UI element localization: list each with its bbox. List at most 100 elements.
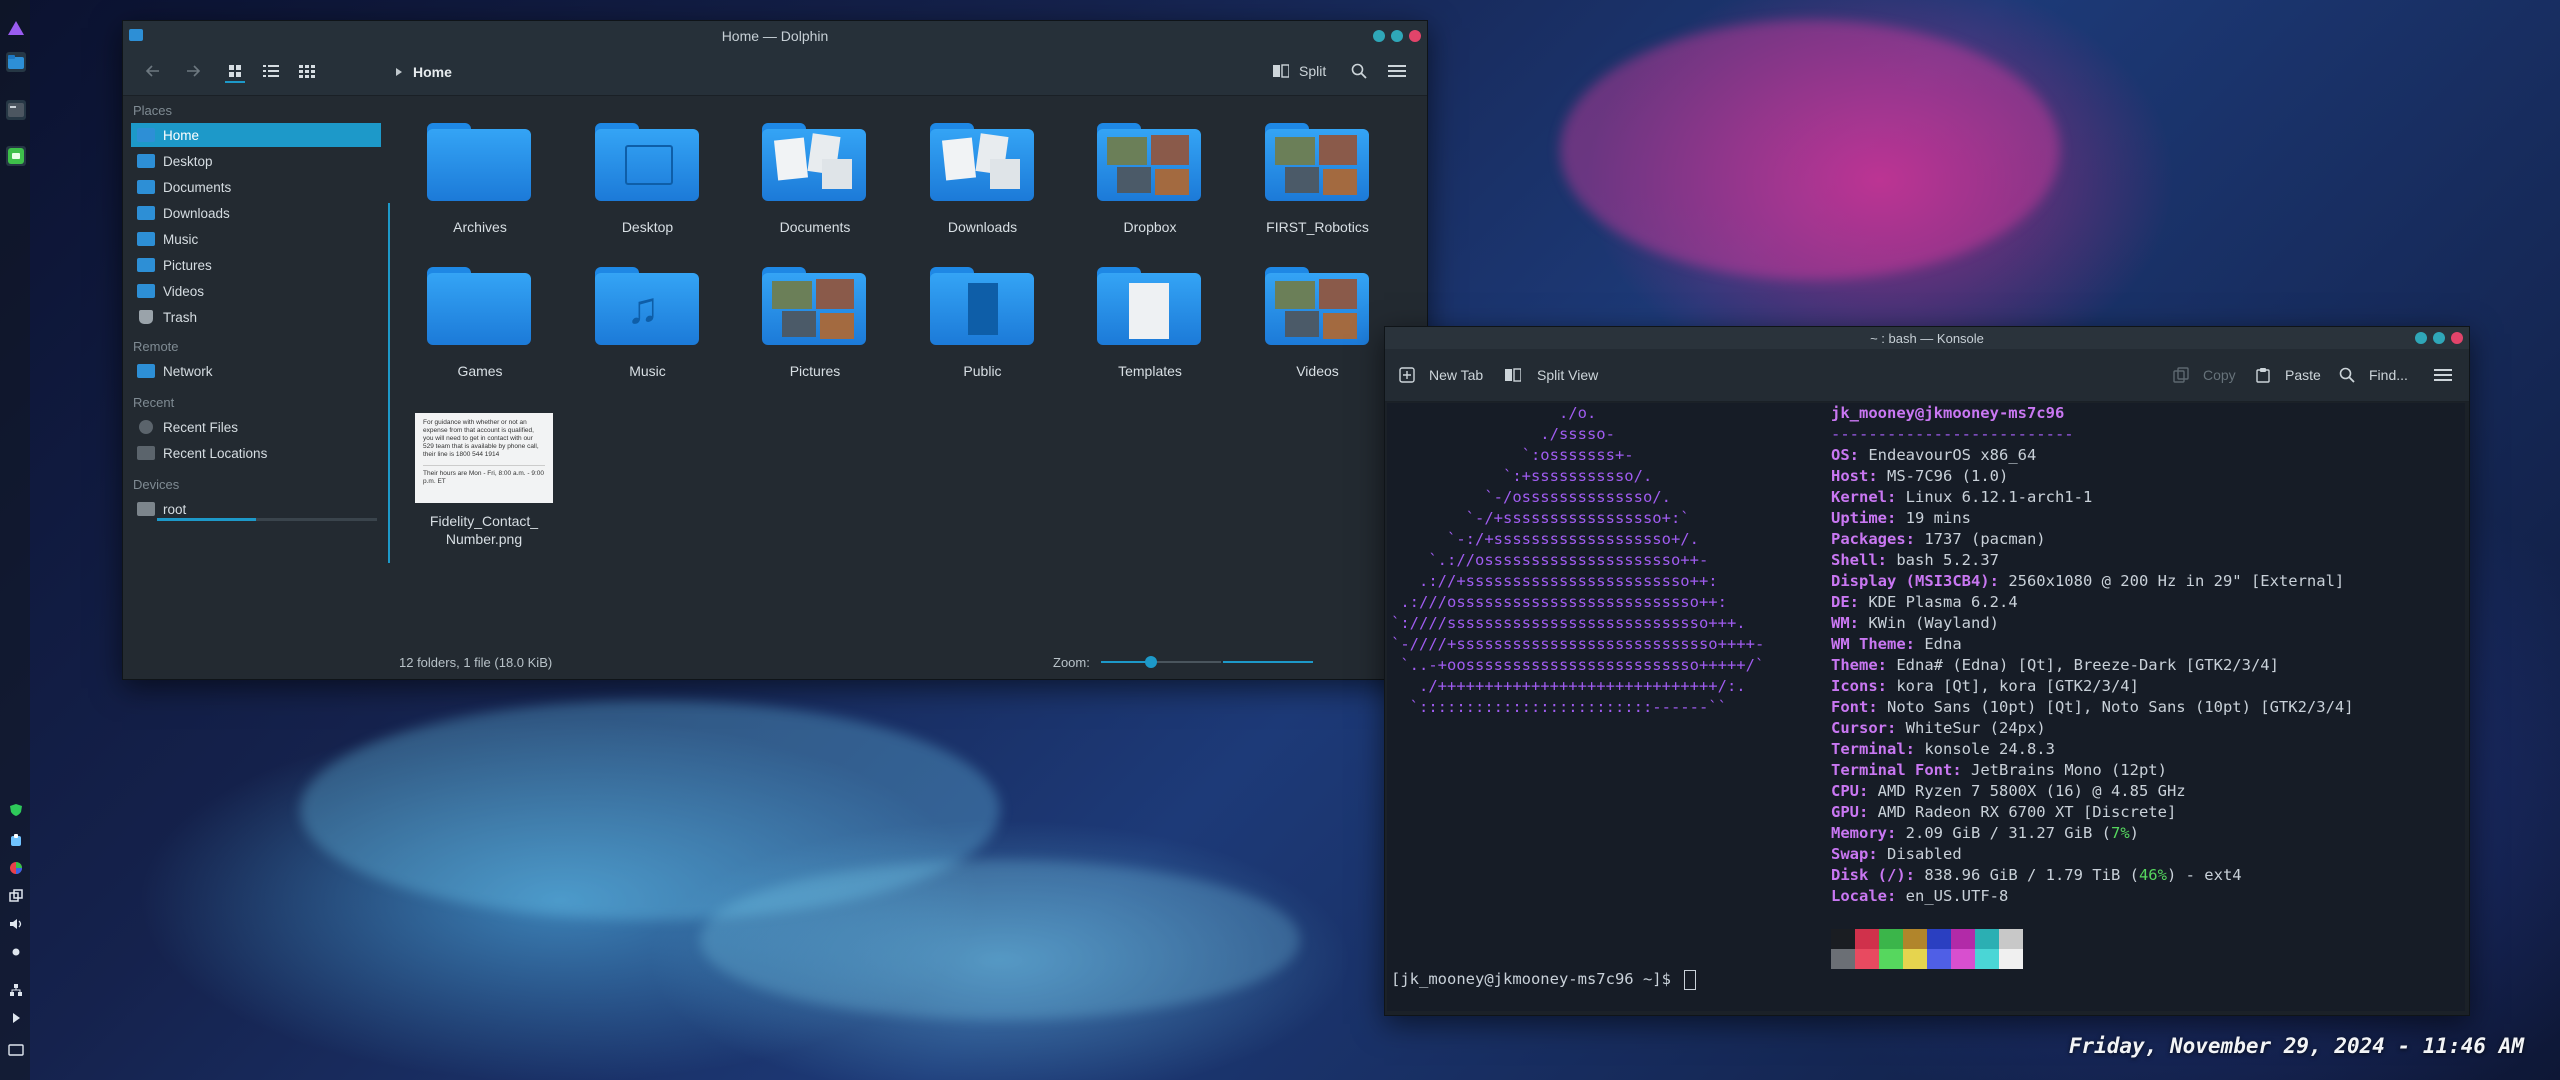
zoom-slider-handle[interactable] <box>1145 656 1158 668</box>
zoom-label: Zoom: <box>1053 655 1090 670</box>
folder-item[interactable]: Documents <box>740 123 890 253</box>
places-item-recent-files[interactable]: Recent Files <box>131 415 381 439</box>
konsole-task-icon[interactable] <box>6 100 26 120</box>
copy-button[interactable]: Copy <box>2203 367 2236 383</box>
folder-icon: ♫ <box>594 267 699 345</box>
file-name-line2: Number.png <box>445 531 523 547</box>
hamburger-menu-icon[interactable] <box>2433 365 2453 385</box>
places-item-home[interactable]: Home <box>131 123 381 147</box>
palette-swatch <box>1831 949 1855 969</box>
places-item-label: Recent Locations <box>163 445 268 461</box>
network-icon[interactable] <box>8 982 24 998</box>
image-thumbnail: For guidance with whether or not an expe… <box>415 413 553 503</box>
info-value: 2560x1080 @ 200 Hz in 29" [External] <box>2008 572 2345 590</box>
maximize-button[interactable] <box>1391 30 1403 42</box>
forward-arrow-icon[interactable] <box>183 61 203 81</box>
folder-item[interactable]: ♫ Music <box>573 267 723 397</box>
terminal-view[interactable]: ./o. ./sssso- `:osssssss+- `:+ssssssssss… <box>1387 403 2465 1011</box>
folder-icon <box>762 123 866 201</box>
compact-view-icon[interactable] <box>261 61 281 81</box>
minimize-button[interactable] <box>1373 30 1385 42</box>
copy-icon[interactable] <box>2171 365 2191 385</box>
places-item-music[interactable]: Music <box>131 227 381 251</box>
places-item-recent-locations[interactable]: Recent Locations <box>131 441 381 465</box>
hamburger-menu-icon[interactable] <box>1387 61 1407 81</box>
places-item-pictures[interactable]: Pictures <box>131 253 381 277</box>
split-view-button[interactable]: Split View <box>1537 367 1598 383</box>
close-button[interactable] <box>2451 332 2463 344</box>
places-item-videos[interactable]: Videos <box>131 279 381 303</box>
breadcrumb-home[interactable]: Home <box>413 64 452 80</box>
folder-item[interactable]: Games <box>405 267 555 397</box>
display-config-icon[interactable] <box>8 888 24 904</box>
places-header: Places <box>133 103 173 118</box>
folder-item[interactable]: Dropbox <box>1075 123 1225 253</box>
brightness-icon[interactable] <box>8 944 24 960</box>
places-item-trash[interactable]: Trash <box>131 305 381 329</box>
folder-item[interactable]: Templates <box>1075 267 1225 397</box>
info-separator: : <box>1849 593 1869 611</box>
app-launcher-icon[interactable] <box>6 18 26 38</box>
shield-icon[interactable] <box>8 802 24 818</box>
konsole-toolbar: New Tab Split View Copy Paste Find... <box>1385 349 2469 402</box>
folder-item[interactable]: Archives <box>405 123 555 253</box>
places-item-documents[interactable]: Documents <box>131 175 381 199</box>
places-item-desktop[interactable]: Desktop <box>131 149 381 173</box>
music-folder-icon <box>137 232 155 246</box>
expand-tray-icon[interactable] <box>8 1010 24 1026</box>
panel-splitter[interactable] <box>388 203 390 563</box>
search-icon[interactable] <box>1349 61 1369 81</box>
new-tab-button[interactable]: New Tab <box>1429 367 1483 383</box>
icons-view-icon[interactable] <box>225 61 245 83</box>
dolphin-titlebar[interactable]: Home — Dolphin <box>123 21 1427 51</box>
info-value: KWin (Wayland) <box>1868 614 1999 632</box>
folder-icon <box>762 267 866 345</box>
close-button[interactable] <box>1409 30 1421 42</box>
split-button[interactable]: Split <box>1273 63 1326 79</box>
info-value: 19 mins <box>1905 509 1971 527</box>
file-item-image[interactable]: For guidance with whether or not an expe… <box>409 413 559 553</box>
breadcrumb[interactable]: Home <box>395 64 452 80</box>
wallpaper-water <box>700 860 1300 1020</box>
clipboard-icon[interactable] <box>8 832 24 848</box>
places-item-downloads[interactable]: Downloads <box>131 201 381 225</box>
minimize-button[interactable] <box>2415 332 2427 344</box>
maximize-button[interactable] <box>2433 332 2445 344</box>
info-key: Locale <box>1831 887 1887 905</box>
android-app-task-icon[interactable] <box>6 146 26 166</box>
info-row: DE: KDE Plasma 6.2.4 <box>1831 592 2354 613</box>
folder-item[interactable]: Pictures <box>740 267 890 397</box>
status-text: 12 folders, 1 file (18.0 KiB) <box>399 655 553 670</box>
paste-icon[interactable] <box>2253 365 2273 385</box>
file-name: Downloads <box>947 219 1018 235</box>
info-separator: : <box>1887 488 1906 506</box>
volume-icon[interactable] <box>8 916 24 932</box>
folder-item[interactable]: FIRST_Robotics <box>1243 123 1393 253</box>
search-icon[interactable] <box>2337 365 2357 385</box>
konsole-titlebar[interactable]: ~ : bash — Konsole <box>1385 327 2469 349</box>
zoom-slider[interactable] <box>1101 656 1221 668</box>
folder-item[interactable]: Downloads <box>908 123 1058 253</box>
info-separator: : <box>1905 635 1925 653</box>
info-key: OS <box>1831 446 1850 464</box>
shell-prompt[interactable]: [jk_mooney@jkmooney-ms7c96 ~]$ <box>1391 969 1697 990</box>
back-arrow-icon[interactable] <box>143 61 163 81</box>
paste-button[interactable]: Paste <box>2285 367 2321 383</box>
folder-icon <box>1097 123 1201 201</box>
details-view-icon[interactable] <box>297 61 317 81</box>
show-desktop-icon[interactable] <box>8 1042 24 1058</box>
folder-item[interactable]: Videos <box>1243 267 1393 397</box>
color-picker-icon[interactable] <box>8 860 24 876</box>
logo-line: .://+ssssssssssssssssssssssso++: <box>1391 572 1718 590</box>
konsole-window: ~ : bash — Konsole New Tab Split View Co… <box>1384 326 2470 1016</box>
new-tab-icon[interactable] <box>1397 365 1417 385</box>
folder-item[interactable]: Desktop <box>573 123 723 253</box>
find-button[interactable]: Find... <box>2369 367 2408 383</box>
split-view-icon[interactable] <box>1503 365 1523 385</box>
folder-icon <box>929 123 1034 201</box>
places-item-network[interactable]: Network <box>131 359 381 383</box>
folder-item[interactable]: Public <box>908 267 1058 397</box>
info-key: CPU <box>1831 782 1859 800</box>
dolphin-task-icon[interactable] <box>6 52 26 72</box>
endeavouros-ascii-logo: ./o. ./sssso- `:osssssss+- `:+ssssssssss… <box>1391 403 1764 718</box>
